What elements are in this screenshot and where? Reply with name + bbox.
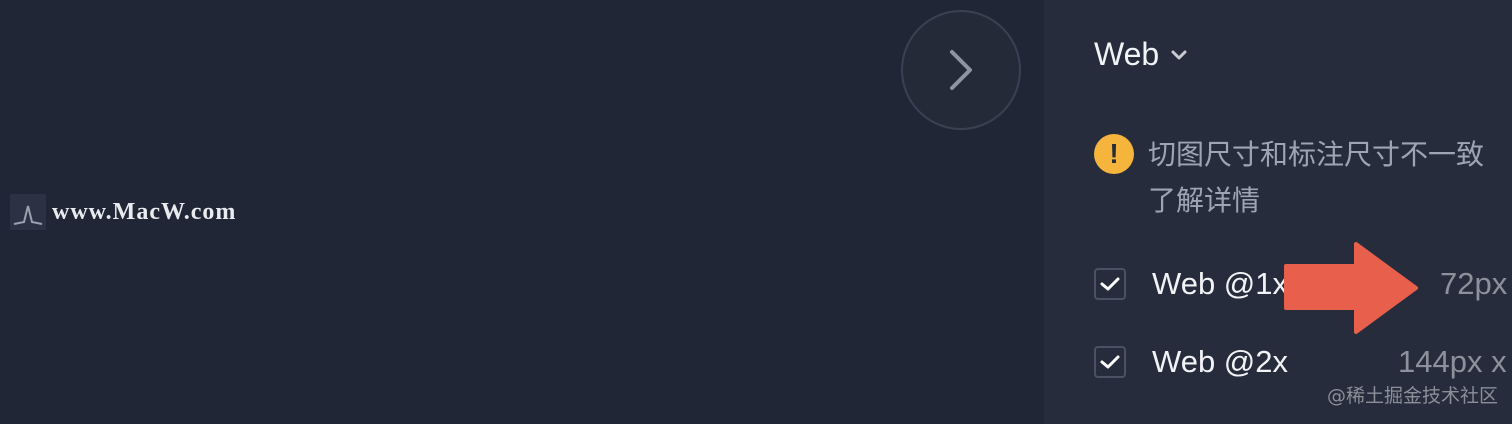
warning-icon: ! [1094, 134, 1134, 174]
collapse-panel-button[interactable] [901, 10, 1021, 130]
platform-label: Web [1094, 36, 1160, 72]
checkbox-web-2x[interactable] [1094, 346, 1126, 378]
annotation-arrow-icon [1280, 240, 1420, 339]
source-watermark: @稀土掘金技术社区 [1326, 385, 1498, 407]
notice-text: 切图尺寸和标注尺寸不一致 [1148, 139, 1485, 170]
export-size: 144px x [1398, 344, 1507, 379]
check-icon [1100, 277, 1120, 291]
canvas-area: www.MacW.com [0, 0, 1044, 424]
export-option-web-2x[interactable]: Web @2x 144px x [1094, 342, 1507, 382]
chevron-right-icon [950, 50, 972, 90]
checkbox-web-1x[interactable] [1094, 268, 1126, 300]
watermark-logo-icon [10, 194, 46, 230]
export-label: Web @2x [1152, 344, 1289, 379]
check-icon [1100, 355, 1120, 369]
chevron-down-icon [1171, 50, 1187, 59]
export-size: 72px [1440, 266, 1508, 301]
export-label: Web @1x [1152, 266, 1289, 301]
learn-more-link[interactable]: 了解详情 [1148, 178, 1484, 224]
watermark-text: www.MacW.com [52, 198, 237, 225]
export-panel: Web ! 切图尺寸和标注尺寸不一致 了解详情 Web @1x 72px Web… [1044, 0, 1512, 424]
export-option-web-1x[interactable]: Web @1x 72px [1094, 264, 1507, 304]
watermark: www.MacW.com [10, 194, 236, 230]
size-mismatch-notice: ! 切图尺寸和标注尺寸不一致 了解详情 [1094, 132, 1484, 224]
platform-dropdown[interactable]: Web [1094, 36, 1187, 73]
